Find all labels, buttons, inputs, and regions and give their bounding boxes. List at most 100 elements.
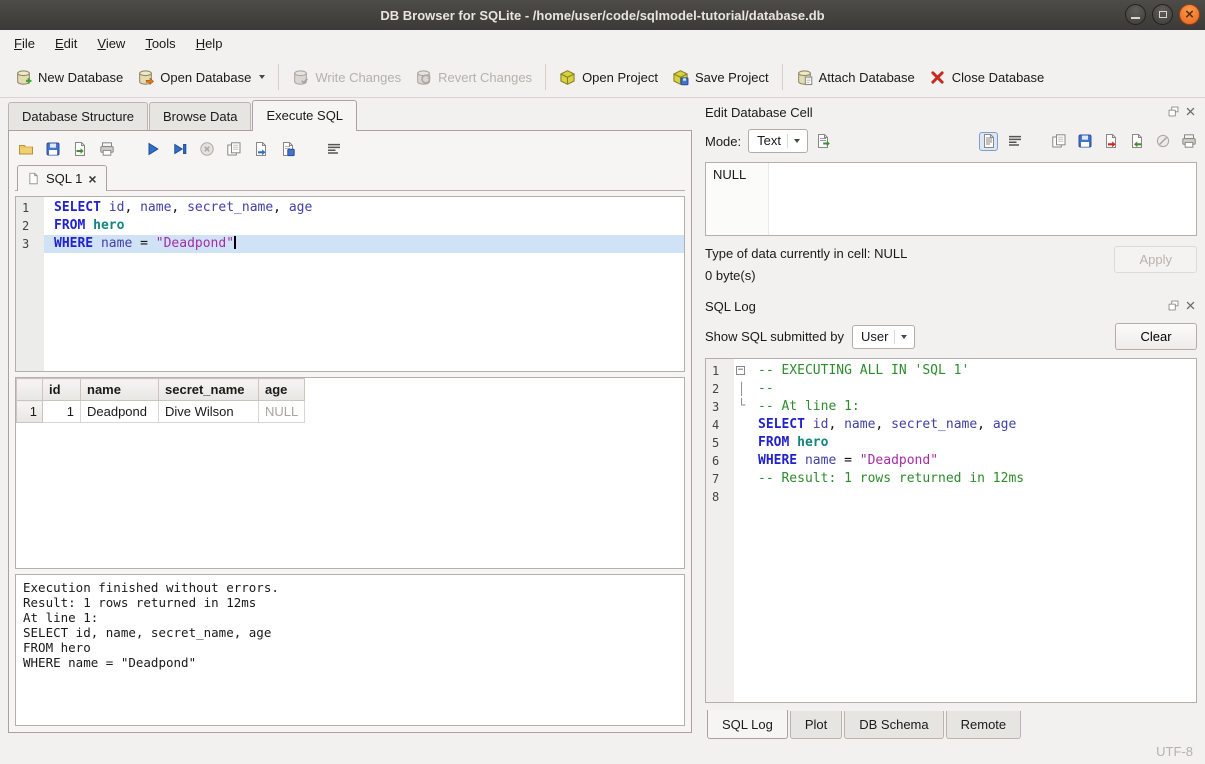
chevron-down-icon[interactable] (259, 75, 265, 79)
column-header-age[interactable]: age (259, 379, 305, 401)
float-panel-icon[interactable] (1168, 106, 1180, 118)
sql-tab-close-icon[interactable]: × (88, 172, 96, 186)
code-line[interactable]: 7-- Result: 1 rows returned in 12ms (706, 470, 1196, 488)
mode-dropdown[interactable]: Text (748, 129, 808, 153)
menu-edit[interactable]: Edit (45, 32, 87, 55)
menu-help[interactable]: Help (186, 32, 233, 55)
code-line[interactable]: 8 (706, 488, 1196, 506)
word-wrap-icon[interactable] (1006, 133, 1023, 150)
new-database-icon (15, 69, 32, 86)
execution-output: Execution finished without errors. Resul… (15, 574, 685, 726)
column-header-secret_name[interactable]: secret_name (159, 379, 259, 401)
menu-tools[interactable]: Tools (135, 32, 185, 55)
toolbar-separator (782, 64, 783, 90)
menubar: File Edit View Tools Help (0, 30, 1205, 57)
export-cell-icon[interactable] (1102, 133, 1119, 150)
tab-db-schema[interactable]: DB Schema (844, 711, 943, 739)
tab-remote[interactable]: Remote (946, 711, 1022, 739)
open-database-button[interactable]: Open Database (130, 63, 272, 92)
line-number: 7 (706, 470, 734, 488)
tab-plot[interactable]: Plot (790, 711, 842, 739)
save-project-button[interactable]: Save Project (665, 63, 776, 92)
mode-label: Mode: (705, 134, 741, 149)
maximize-button[interactable] (1152, 4, 1173, 25)
set-null-icon[interactable] (1154, 133, 1171, 150)
open-sql-file-icon[interactable] (17, 140, 34, 157)
close-window-button[interactable]: × (1179, 4, 1200, 25)
new-database-button[interactable]: New Database (8, 63, 130, 92)
close-icon: × (1185, 7, 1194, 22)
row-number[interactable]: 1 (17, 401, 43, 423)
code-line[interactable]: 2-- (706, 380, 1196, 398)
open-project-button[interactable]: Open Project (552, 63, 665, 92)
close-panel-icon[interactable] (1185, 300, 1197, 312)
clear-button[interactable]: Clear (1115, 323, 1197, 350)
word-wrap-icon[interactable] (325, 140, 342, 157)
code-line[interactable]: 3WHERE name = "Deadpond" (16, 235, 684, 253)
column-header-name[interactable]: name (81, 379, 159, 401)
sql-editor[interactable]: 1SELECT id, name, secret_name, age2FROM … (15, 196, 685, 372)
code-line[interactable]: 5FROM hero (706, 434, 1196, 452)
main-toolbar: New Database Open Database Write Changes… (0, 57, 1205, 98)
menu-file[interactable]: File (4, 32, 45, 55)
code-line[interactable]: 4SELECT id, name, secret_name, age (706, 416, 1196, 434)
result-cell[interactable]: Dive Wilson (159, 401, 259, 423)
save-sql-file-icon[interactable] (44, 140, 61, 157)
code-line[interactable]: 1SELECT id, name, secret_name, age (16, 199, 684, 217)
sql-log-header-icons (1168, 300, 1197, 312)
open-database-icon (137, 69, 154, 86)
close-database-label: Close Database (952, 70, 1045, 85)
print-icon[interactable] (98, 140, 115, 157)
print-cell-icon[interactable] (1180, 133, 1197, 150)
tab-browse-data[interactable]: Browse Data (149, 102, 251, 130)
edit-cell-icons-left (815, 133, 832, 150)
mode-value: Text (757, 133, 781, 148)
window-title: DB Browser for SQLite - /home/user/code/… (0, 8, 1205, 23)
text-view-icon[interactable] (980, 133, 997, 150)
sql-log-view[interactable]: 1−-- EXECUTING ALL IN 'SQL 1'2--3-- At l… (705, 358, 1197, 703)
tab-sql-log[interactable]: SQL Log (707, 710, 788, 739)
sql-tab-label: SQL 1 (46, 171, 82, 186)
close-panel-icon[interactable] (1185, 106, 1197, 118)
float-panel-icon[interactable] (1168, 300, 1180, 312)
code-line[interactable]: 1−-- EXECUTING ALL IN 'SQL 1' (706, 362, 1196, 380)
close-database-button[interactable]: Close Database (922, 63, 1052, 92)
results-grid: idnamesecret_nameage11DeadpondDive Wilso… (15, 377, 685, 569)
text-cursor (234, 236, 236, 249)
cell-editor[interactable]: NULL (705, 162, 1197, 236)
copy-cell-icon[interactable] (1050, 133, 1067, 150)
fold-marker: − (734, 362, 748, 380)
code-line[interactable]: 6WHERE name = "Deadpond" (706, 452, 1196, 470)
write-changes-label: Write Changes (315, 70, 401, 85)
save-cell-icon[interactable] (1076, 133, 1093, 150)
menu-view[interactable]: View (87, 32, 135, 55)
execute-all-icon[interactable] (144, 140, 161, 157)
load-text-icon[interactable] (815, 133, 832, 150)
attach-database-button[interactable]: Attach Database (789, 63, 922, 92)
result-cell[interactable]: Deadpond (81, 401, 159, 423)
open-sql-new-tab-icon[interactable] (71, 140, 88, 157)
tab-execute-sql[interactable]: Execute SQL (252, 100, 357, 131)
save-project-icon (672, 69, 689, 86)
minimize-button[interactable] (1125, 4, 1146, 25)
result-cell[interactable]: NULL (259, 401, 305, 423)
right-panel: Edit Database Cell Mode: Text NULL Type … (705, 100, 1197, 739)
code-line[interactable]: 3-- At line 1: (706, 398, 1196, 416)
execute-current-line-icon[interactable] (171, 140, 188, 157)
toolbar-separator (278, 64, 279, 90)
save-results-icon[interactable] (279, 140, 296, 157)
stop-icon (198, 140, 215, 157)
column-header-id[interactable]: id (43, 379, 81, 401)
submitter-dropdown[interactable]: User (852, 325, 915, 349)
result-cell[interactable]: 1 (43, 401, 81, 423)
line-number: 8 (706, 488, 734, 506)
export-results-icon[interactable] (252, 140, 269, 157)
tab-database-structure[interactable]: Database Structure (8, 102, 148, 130)
line-number: 1 (706, 362, 734, 380)
fold-marker (734, 488, 748, 506)
write-changes-button: Write Changes (285, 63, 408, 92)
import-cell-icon[interactable] (1128, 133, 1145, 150)
code-line[interactable]: 2FROM hero (16, 217, 684, 235)
new-tab-icon[interactable] (225, 140, 242, 157)
sql-editor-tab[interactable]: SQL 1 × (17, 165, 107, 191)
